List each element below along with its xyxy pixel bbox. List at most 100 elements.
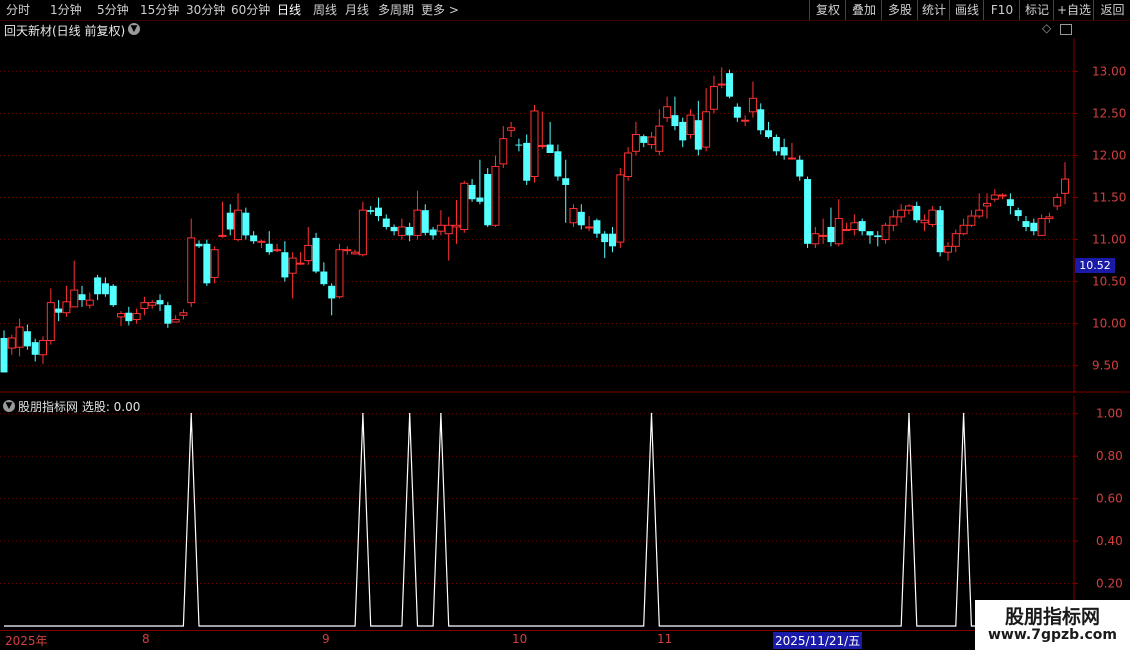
candle-up: [171, 318, 180, 323]
candle-up: [538, 144, 547, 147]
candle-down: [733, 106, 741, 118]
candle-down: [694, 120, 702, 150]
candle-down: [609, 233, 617, 247]
candle-up: [288, 257, 297, 274]
period-weekly[interactable]: 周线: [313, 2, 337, 18]
candle-up: [904, 205, 913, 211]
candle-up: [951, 233, 960, 247]
candle-up: [179, 312, 188, 316]
candle-down: [523, 142, 531, 181]
candlestick-chart[interactable]: 13.00 12.50 12.00 11.50 11.00 10.50 10.00 9.50: [0, 38, 1130, 393]
candle-up: [982, 202, 991, 207]
candle-up: [452, 224, 461, 228]
candle-up: [975, 209, 984, 217]
signal-line: [4, 413, 1065, 627]
candle-up: [358, 209, 367, 256]
candle-up: [15, 326, 24, 348]
candle-down: [640, 136, 648, 143]
period-1min[interactable]: 1分钟: [50, 2, 82, 18]
y-tick-label: 12.00: [1092, 149, 1126, 163]
y-tick-label: 13.00: [1092, 64, 1126, 78]
candle-up: [148, 302, 157, 306]
panel-toggle-icon[interactable]: [1060, 24, 1072, 35]
fuquan-button[interactable]: 复权: [809, 0, 846, 20]
x-label-year: 2025年: [5, 634, 48, 648]
candle-up: [85, 299, 94, 306]
period-fenshi[interactable]: 分时: [6, 2, 30, 18]
candle-down: [195, 243, 203, 247]
candle-up: [499, 138, 508, 165]
candle-up: [881, 224, 890, 241]
overlay-button[interactable]: 叠加: [845, 0, 882, 20]
candle-up: [889, 216, 898, 226]
candle-up: [616, 174, 625, 243]
candle-down: [94, 277, 102, 295]
period-monthly[interactable]: 月线: [345, 2, 369, 18]
candle-up: [1045, 216, 1054, 220]
candle-up: [257, 240, 266, 243]
candle-up: [811, 233, 820, 245]
candle-up: [210, 249, 219, 278]
diamond-icon[interactable]: ◇: [1042, 21, 1051, 35]
indicator-title: 股朋指标网 选股: 0.00: [18, 400, 141, 414]
period-multi[interactable]: 多周期: [378, 2, 414, 18]
candle-down: [203, 243, 211, 284]
y-tick-label: 11.00: [1092, 233, 1126, 247]
period-5min[interactable]: 5分钟: [97, 2, 129, 18]
indicator-chart[interactable]: 1.00 0.80 0.60 0.40 0.20: [0, 396, 1130, 630]
period-60min[interactable]: 60分钟: [231, 2, 270, 18]
candle-down: [109, 285, 117, 306]
y-tick-label: 11.50: [1092, 191, 1126, 205]
candle-down: [1006, 199, 1014, 206]
candle-up: [709, 86, 718, 110]
candle-up: [741, 119, 750, 122]
candle-up: [585, 226, 594, 229]
candle-up: [834, 218, 843, 245]
candle-up: [397, 226, 406, 236]
period-30min[interactable]: 30分钟: [186, 2, 225, 18]
chart-title-bar: 回天新材(日线 前复权) ▼ ◇: [0, 20, 1075, 38]
chevron-down-icon[interactable]: ▼: [128, 23, 140, 35]
candle-down: [796, 159, 804, 177]
candle-down: [23, 331, 31, 347]
candle-up: [187, 237, 196, 304]
candle-up: [460, 182, 469, 230]
period-toolbar: 分时 1分钟 5分钟 15分钟 30分钟 60分钟 日线 周线 月线 多周期 更…: [0, 0, 1130, 21]
add-watchlist-button[interactable]: +自选: [1053, 0, 1094, 20]
candle-down: [765, 130, 773, 138]
candle-up: [140, 302, 149, 310]
stats-button[interactable]: 统计: [917, 0, 950, 20]
candle-down: [281, 252, 289, 278]
back-button[interactable]: 返回: [1093, 0, 1130, 20]
candle-up: [507, 127, 516, 131]
candle-down: [858, 221, 866, 232]
candle-up: [132, 313, 141, 320]
stock-title: 回天新材(日线 前复权): [4, 24, 126, 38]
indicator-chevron-icon[interactable]: ▼: [3, 400, 15, 412]
f10-button[interactable]: F10: [983, 0, 1020, 20]
x-label-nov: 11: [657, 632, 673, 646]
candle-down: [772, 137, 780, 152]
candle-down: [468, 184, 476, 200]
candle-up: [1061, 178, 1069, 194]
candle-up: [530, 110, 539, 178]
candle-down: [320, 271, 328, 285]
period-15min[interactable]: 15分钟: [140, 2, 179, 18]
signal-spike-point: [362, 412, 364, 415]
indicator-y-tick-label: 0.60: [1096, 492, 1123, 506]
x-label-oct: 10: [512, 632, 528, 646]
draw-line-button[interactable]: 画线: [949, 0, 984, 20]
period-more[interactable]: 更多 >: [421, 2, 459, 18]
y-tick-label: 10.00: [1092, 317, 1126, 331]
candle-up: [967, 215, 976, 226]
candle-down: [382, 218, 390, 227]
candle-up: [1053, 197, 1062, 207]
mark-button[interactable]: 标记: [1019, 0, 1054, 20]
candle-down: [101, 283, 109, 295]
indicator-y-tick-label: 0.20: [1096, 577, 1123, 591]
period-daily[interactable]: 日线: [277, 2, 301, 18]
multi-stock-button[interactable]: 多股: [881, 0, 918, 20]
cursor-date-label: 2025/11/21/五: [773, 632, 863, 649]
candle-up: [335, 249, 344, 298]
candle-down: [515, 144, 523, 146]
